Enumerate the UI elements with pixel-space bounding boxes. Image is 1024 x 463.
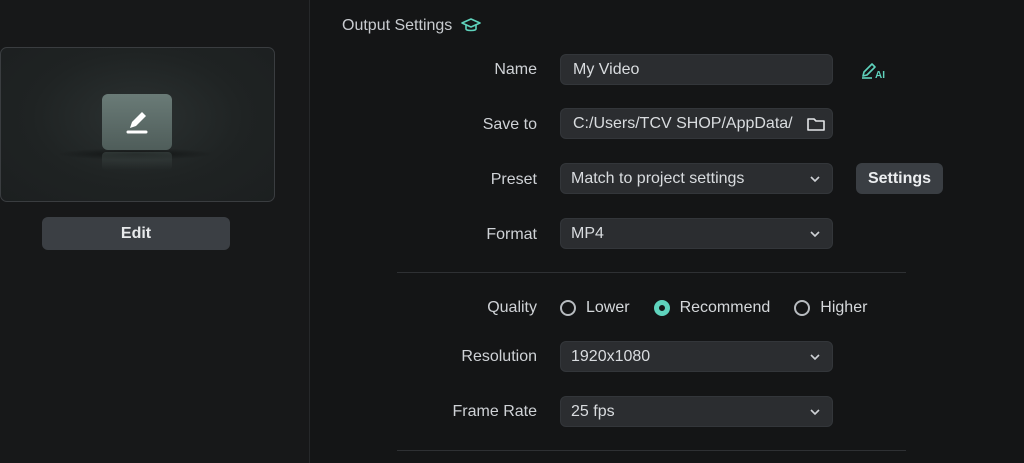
chevron-down-icon [810,175,820,182]
name-label: Name [494,61,537,78]
radio-circle[interactable] [560,300,576,316]
resolution-select[interactable]: 1920x1080 [560,341,833,372]
edit-tile-reflection [102,152,172,170]
output-settings-title: Output Settings [342,17,453,34]
format-select[interactable]: MP4 [560,218,833,249]
folder-icon[interactable] [806,115,826,133]
preset-label: Preset [490,171,537,188]
quality-option-label: Lower [586,299,630,316]
format-value: MP4 [571,224,604,242]
frame-rate-select[interactable]: 25 fps [560,396,833,427]
section-title: Output Settings [342,16,482,36]
preview-thumbnail [0,47,275,202]
chevron-down-icon [810,353,820,360]
quality-label: Quality [487,299,537,316]
section-divider [397,450,906,451]
quality-option-lower[interactable]: Lower [560,299,630,317]
ai-edit-icon[interactable]: AI [860,60,888,80]
preview-panel: Edit [0,0,310,463]
quality-option-label: Recommend [679,299,771,316]
save-to-value: C:/Users/TCV SHOP/AppData/ [573,114,793,132]
edit-button[interactable]: Edit [42,217,230,250]
radio-circle[interactable] [794,300,811,316]
format-label: Format [486,226,537,243]
graduation-cap-icon[interactable] [460,16,482,36]
svg-text:AI: AI [875,70,885,80]
edit-pencil-icon [102,94,172,150]
name-input[interactable]: My Video [560,54,833,85]
chevron-down-icon [810,408,820,415]
resolution-label: Resolution [461,348,537,365]
quality-option-higher[interactable]: Higher [794,299,867,317]
quality-radio-group: Lower Recommend Higher [560,297,891,319]
resolution-value: 1920x1080 [571,347,651,365]
settings-button[interactable]: Settings [856,163,943,194]
frame-rate-label: Frame Rate [452,403,537,420]
section-divider [397,272,906,273]
name-value: My Video [573,60,640,78]
save-to-label: Save to [482,116,537,133]
chevron-down-icon [810,230,820,237]
quality-option-label: Higher [820,299,868,316]
preset-select[interactable]: Match to project settings [560,163,833,194]
save-to-input[interactable]: C:/Users/TCV SHOP/AppData/ [560,108,833,139]
preset-value: Match to project settings [571,169,745,187]
radio-circle-selected[interactable] [653,300,670,316]
quality-option-recommend[interactable]: Recommend [653,299,771,317]
frame-rate-value: 25 fps [571,402,615,420]
